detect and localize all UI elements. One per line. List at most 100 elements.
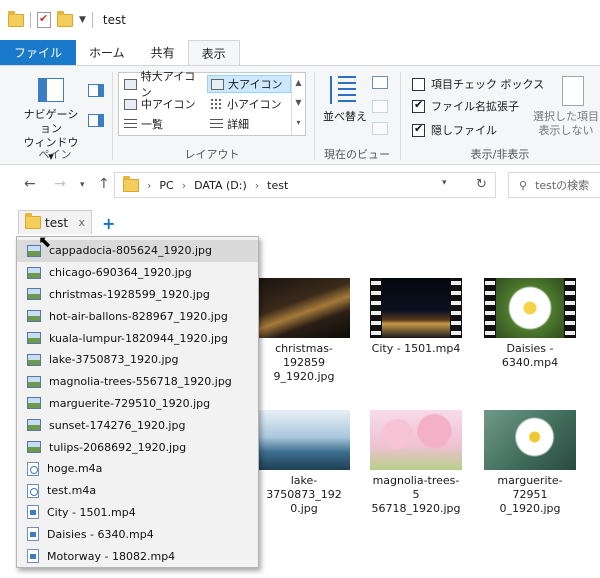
- dropdown-item[interactable]: christmas-1928599_1920.jpg: [17, 284, 258, 306]
- forward-arrow-icon[interactable]: →: [54, 176, 66, 192]
- dropdown-item[interactable]: kuala-lumpur-1820944_1920.jpg: [17, 327, 258, 349]
- dropdown-item-label: City - 1501.mp4: [47, 505, 136, 519]
- thumbnail-item[interactable]: christmas-192859 9_1920.jpg: [258, 278, 350, 384]
- thumbnail-item[interactable]: lake-3750873_192 0.jpg: [258, 410, 350, 516]
- layout-list[interactable]: 一覧: [121, 115, 205, 133]
- dropdown-item[interactable]: sunset-174276_1920.jpg: [17, 414, 258, 436]
- folder-tab-strip: test x +: [0, 206, 600, 236]
- dropdown-item[interactable]: Motorway - 18082.mp4: [17, 545, 258, 567]
- hide-selected-icon[interactable]: [562, 76, 584, 106]
- dropdown-item[interactable]: hoge.m4a: [17, 458, 258, 480]
- layout-item-label: 一覧: [141, 118, 163, 131]
- layout-details[interactable]: 詳細: [207, 115, 291, 133]
- details-pane-icon[interactable]: [88, 114, 104, 127]
- dropdown-item-label: marguerite-729510_1920.jpg: [49, 396, 211, 410]
- video-thumbnail: [484, 278, 576, 338]
- sort-button[interactable]: 並べ替え: [320, 110, 370, 124]
- hidden-items-toggle[interactable]: 隠しファイル: [412, 122, 497, 138]
- breadcrumb-drive[interactable]: DATA (D:): [194, 179, 247, 192]
- dropdown-item[interactable]: Daisies - 6340.mp4: [17, 523, 258, 545]
- item-checkboxes-checkbox[interactable]: [412, 77, 425, 91]
- file-extensions-toggle[interactable]: ファイル名拡張子: [412, 98, 519, 114]
- image-file-icon: [27, 353, 41, 366]
- properties-icon[interactable]: [37, 12, 51, 28]
- dropdown-item[interactable]: marguerite-729510_1920.jpg: [17, 393, 258, 415]
- thumbnail-label: magnolia-trees-5 56718_1920.jpg: [371, 474, 461, 515]
- dropdown-item-label: hoge.m4a: [47, 462, 103, 476]
- thumbnail-item[interactable]: Daisies - 6340.mp4: [484, 278, 576, 370]
- close-icon[interactable]: x: [78, 216, 85, 229]
- tab-file[interactable]: ファイル: [0, 40, 77, 65]
- item-checkboxes-toggle[interactable]: 項目チェック ボックス: [412, 76, 544, 92]
- breadcrumb-pc[interactable]: PC: [159, 179, 173, 192]
- chevron-down-icon[interactable]: ▼: [79, 15, 86, 25]
- layout-small-icons[interactable]: 小アイコン: [207, 95, 291, 113]
- layout-large-icons[interactable]: 大アイコン: [207, 75, 291, 93]
- thumbnail-item[interactable]: City - 1501.mp4: [370, 278, 462, 356]
- dropdown-item[interactable]: City - 1501.mp4: [17, 502, 258, 524]
- layout-gallery-scroll[interactable]: ▲ ▼ ▾: [291, 73, 305, 135]
- file-extensions-checkbox[interactable]: [412, 98, 425, 113]
- small-icons-icon: [210, 98, 223, 110]
- hidden-items-checkbox[interactable]: [412, 122, 425, 137]
- group-by-icon[interactable]: [372, 76, 388, 89]
- refresh-button[interactable]: ↻: [468, 172, 496, 198]
- layout-item-label: 中アイコン: [141, 98, 196, 111]
- tab-view[interactable]: 表示: [187, 40, 240, 65]
- folder-icon: [25, 213, 41, 229]
- pane-group-label: ペイン: [38, 148, 72, 161]
- add-columns-icon[interactable]: [372, 100, 388, 113]
- back-arrow-icon[interactable]: ←: [24, 176, 36, 192]
- audio-file-icon: [27, 483, 39, 498]
- tab-file-dropdown: cappadocia-805624_1920.jpg chicago-690364…: [16, 236, 259, 568]
- folder-tab-test[interactable]: test x: [18, 210, 92, 234]
- ribbon-tabs: ファイル ホーム 共有 表示: [0, 40, 600, 65]
- dropdown-item[interactable]: test.m4a: [17, 480, 258, 502]
- dropdown-item[interactable]: tulips-2068692_1920.jpg: [17, 436, 258, 458]
- recent-locations-icon[interactable]: ▾: [80, 180, 85, 190]
- hide-selected-button[interactable]: 選択した項目 表示しない: [532, 110, 600, 138]
- audio-file-icon: [27, 461, 39, 476]
- tab-home[interactable]: ホーム: [76, 40, 138, 65]
- layout-extra-large-icons[interactable]: 特大アイコン: [121, 70, 205, 99]
- dropdown-item[interactable]: cappadocia-805624_1920.jpg: [17, 240, 258, 262]
- navigation-pane-icon[interactable]: [38, 78, 64, 102]
- dropdown-item[interactable]: chicago-690364_1920.jpg: [17, 262, 258, 284]
- file-extensions-label: ファイル名拡張子: [431, 100, 519, 113]
- image-file-icon: [27, 419, 41, 432]
- sort-icon[interactable]: [330, 76, 356, 104]
- add-tab-button[interactable]: +: [102, 214, 115, 233]
- new-folder-icon[interactable]: [57, 10, 73, 27]
- video-frame: [496, 278, 564, 338]
- layout-medium-icons[interactable]: 中アイコン: [121, 95, 205, 113]
- breadcrumb-folder[interactable]: test: [267, 179, 288, 192]
- layout-group-label: レイアウト: [184, 148, 240, 161]
- preview-pane-icon[interactable]: [88, 84, 104, 97]
- dropdown-item[interactable]: lake-3750873_1920.jpg: [17, 349, 258, 371]
- details-icon: [210, 118, 223, 130]
- search-placeholder: testの検索: [535, 179, 590, 192]
- video-file-icon: [27, 505, 39, 520]
- dropdown-item[interactable]: hot-air-ballons-828967_1920.jpg: [17, 305, 258, 327]
- chevron-right-icon[interactable]: ›: [147, 179, 151, 192]
- video-file-icon: [27, 549, 39, 564]
- dropdown-item[interactable]: magnolia-trees-556718_1920.jpg: [17, 371, 258, 393]
- search-input[interactable]: ⚲ testの検索: [508, 172, 600, 198]
- dropdown-item-label: Daisies - 6340.mp4: [47, 527, 154, 541]
- dropdown-item-label: christmas-1928599_1920.jpg: [49, 287, 210, 301]
- chevron-right-icon[interactable]: ›: [255, 179, 259, 192]
- chevron-right-icon[interactable]: ›: [182, 179, 186, 192]
- thumbnail-image: [370, 410, 462, 470]
- dropdown-item-label: tulips-2068692_1920.jpg: [49, 440, 187, 454]
- mouse-cursor: ⬉: [38, 232, 52, 251]
- address-field[interactable]: › PC › DATA (D:) › test: [114, 172, 496, 198]
- ribbon: ナビゲーション ウィンドウ ▾ ペイン レイアウト 特大アイコン 大アイコン 中…: [0, 65, 600, 165]
- address-dropdown-icon[interactable]: ▾: [442, 178, 447, 188]
- thumbnail-item[interactable]: marguerite-72951 0_1920.jpg: [484, 410, 576, 516]
- thumbnail-item[interactable]: magnolia-trees-5 56718_1920.jpg: [370, 410, 462, 516]
- image-file-icon: [27, 266, 41, 279]
- fit-columns-icon[interactable]: [372, 122, 388, 135]
- tab-share[interactable]: 共有: [138, 40, 188, 65]
- up-arrow-icon[interactable]: ↑: [98, 176, 110, 192]
- address-bar-row: ← → ▾ ↑ › PC › DATA (D:) › test ▾ ↻ ⚲ te…: [0, 166, 600, 204]
